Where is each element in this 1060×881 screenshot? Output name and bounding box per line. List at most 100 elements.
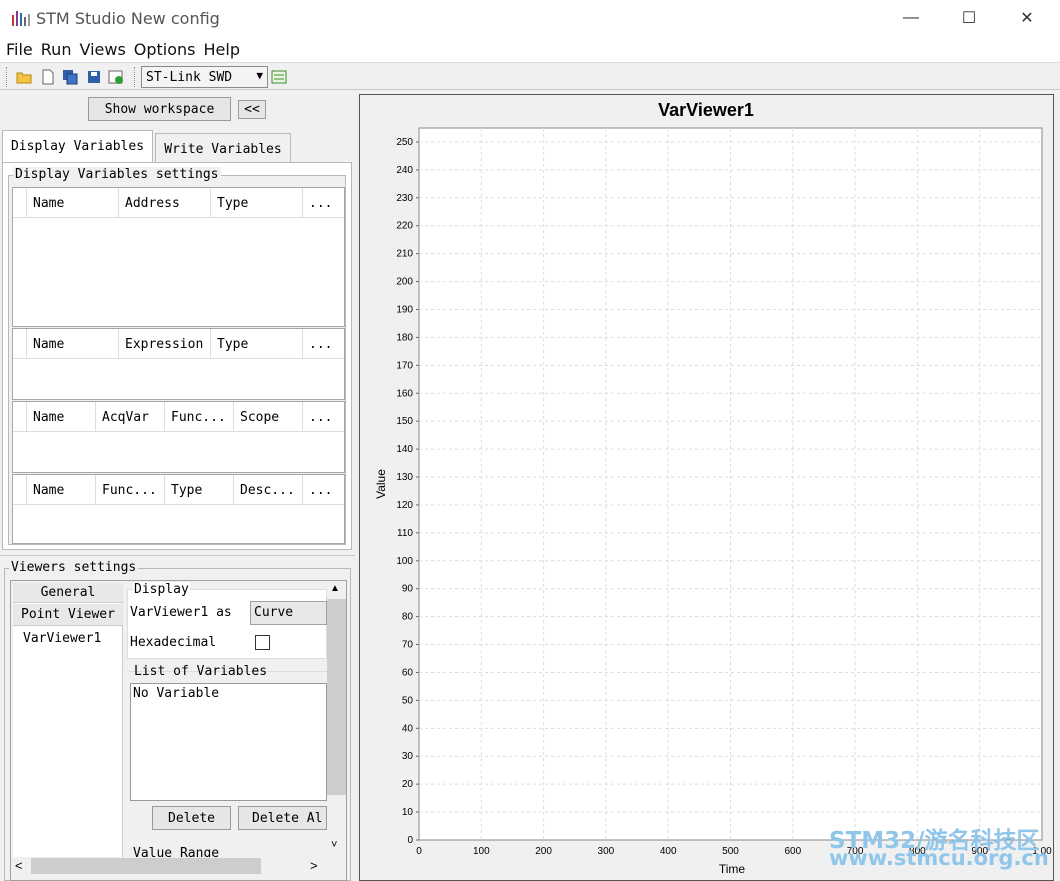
y-tick-label: 170 [396,360,413,371]
viewer-horizontal-scrollbar[interactable]: < > [11,857,327,875]
y-tick-label: 200 [396,277,413,288]
scroll-right-icon[interactable]: > [310,858,318,873]
column-header[interactable]: Func... [96,475,165,505]
viewer-vertical-scrollbar[interactable]: ▲ ˅ [327,581,346,857]
hexadecimal-checkbox[interactable] [255,635,270,650]
minimize-button[interactable]: — [882,0,940,36]
delete-button[interactable]: Delete [152,806,231,830]
viewer-item-varviewer1[interactable]: VarViewer1 [23,631,101,646]
y-tick-label: 150 [396,416,413,427]
acquisition-table-header: Name AcqVar Func... Scope ... [13,402,344,432]
tab-display-variables[interactable]: Display Variables [2,130,153,162]
y-tick-label: 80 [402,612,414,623]
new-file-icon[interactable] [40,69,56,85]
column-header[interactable]: Name [27,329,119,359]
left-panel: Show workspace << Display Variables Writ… [0,90,355,881]
bar-chart-icon [12,11,30,26]
toolbar: ST-Link SWD ▼ [0,62,1060,90]
column-header[interactable]: Expression [119,329,211,359]
functions-table[interactable]: Name Func... Type Desc... ... [12,474,345,544]
acquisition-table[interactable]: Name AcqVar Func... Scope ... [12,401,345,473]
no-variable-text: No Variable [133,686,220,701]
x-tick-label: 900 [971,846,988,857]
close-button[interactable]: ✕ [998,0,1056,36]
y-tick-label: 160 [396,388,413,399]
panel-splitter[interactable] [0,555,355,558]
menu-views[interactable]: Views [79,40,125,59]
variables-listbox[interactable]: No Variable [130,683,327,801]
column-header[interactable]: Func... [165,402,234,432]
viewers-settings-title: Viewers settings [9,560,139,575]
chevron-down-icon[interactable]: ˅ [331,839,337,851]
x-axis: 0 100 200 300 400 500 600 700 800 900 1 00 [416,846,1052,857]
column-header[interactable]: Name [27,475,96,505]
menu-run[interactable]: Run [41,40,72,59]
expressions-table-header: Name Expression Type ... [13,329,344,359]
x-tick-label: 600 [784,846,801,857]
toolbar-grip-2[interactable] [134,67,137,87]
chart-svg: VarViewer1 0 100 200 300 400 500 600 700 800 900 1… [374,100,1052,876]
y-axis: 0 10 20 30 40 50 60 70 80 90 100 110 120 130 140 150 160… [396,137,419,846]
column-header[interactable]: Scope [234,402,303,432]
column-header[interactable]: AcqVar [96,402,165,432]
save-as-icon[interactable] [62,69,78,85]
column-header[interactable]: Type [211,188,303,218]
y-tick-label: 120 [396,500,413,511]
y-tick-label: 230 [396,193,413,204]
hexadecimal-label: Hexadecimal [130,635,217,650]
column-header[interactable]: Type [211,329,303,359]
probe-select[interactable]: ST-Link SWD ▼ [141,66,268,88]
chevron-down-icon: ▼ [256,69,263,82]
collapse-button[interactable]: << [238,100,266,119]
scrollbar-thumb[interactable] [327,599,346,795]
horizontal-scrollbar-thumb[interactable] [31,858,261,874]
column-header[interactable]: ... [303,188,345,218]
scroll-left-icon[interactable]: < [15,858,23,873]
y-tick-label: 70 [402,640,414,651]
variables-table[interactable]: Name Address Type ... [12,187,345,327]
export-icon[interactable] [108,69,124,85]
column-header[interactable]: Name [27,402,96,432]
show-workspace-button[interactable]: Show workspace [88,97,231,121]
open-folder-icon[interactable] [16,69,32,85]
column-header[interactable]: ... [303,475,345,505]
column-header[interactable]: Type [165,475,234,505]
x-tick-label: 100 [473,846,490,857]
y-tick-label: 210 [396,249,413,260]
column-header[interactable]: Name [27,188,119,218]
list-of-variables-title: List of Variables [134,664,268,679]
y-tick-label: 110 [397,528,413,539]
scroll-up-icon[interactable]: ▲ [330,583,340,594]
y-tick-label: 50 [402,695,414,706]
y-axis-label: Value [374,469,388,499]
probe-settings-icon[interactable] [271,69,287,85]
expressions-table[interactable]: Name Expression Type ... [12,328,345,400]
y-tick-label: 10 [402,807,414,818]
display-group-title: Display [133,582,190,597]
delete-all-button[interactable]: Delete Al [238,806,327,830]
viewer-category-point-viewer[interactable]: Point Viewer [13,604,123,626]
probe-select-value: ST-Link SWD [146,69,233,85]
display-mode-select[interactable]: Curve [250,601,327,625]
display-variables-pane: Display Variables settings Name Address … [2,162,352,550]
chart-title: VarViewer1 [658,100,754,120]
y-tick-label: 90 [402,584,414,595]
viewer-list[interactable]: General Point Viewer VarViewer1 [13,583,123,857]
x-tick-label: 300 [598,846,615,857]
menu-options[interactable]: Options [134,40,196,59]
menu-help[interactable]: Help [204,40,240,59]
x-axis-label: Time [719,862,746,876]
save-icon[interactable] [86,69,102,85]
chart-viewer[interactable]: VarViewer1 0 100 200 300 400 500 600 700 800 900 1… [359,94,1054,881]
column-header[interactable]: Address [119,188,211,218]
toolbar-grip[interactable] [6,67,9,87]
column-header[interactable]: Desc... [234,475,303,505]
column-header[interactable]: ... [303,402,345,432]
tab-write-variables[interactable]: Write Variables [155,133,291,164]
viewer-category-general[interactable]: General [13,583,123,603]
y-tick-label: 20 [402,779,414,790]
display-variables-settings-title: Display Variables settings [13,167,221,182]
maximize-button[interactable]: ☐ [940,0,998,36]
menu-file[interactable]: File [6,40,33,59]
column-header[interactable]: ... [303,329,345,359]
